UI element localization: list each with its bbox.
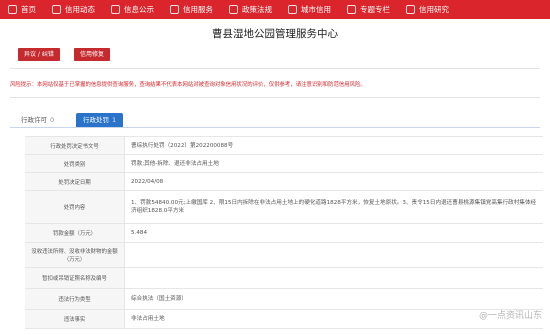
table-row: 行政处罚决定书文号 曹综执行处罚（2022）第202200088号 [25,137,543,155]
research-icon [406,5,415,14]
row-value: 2022/04/08 [131,178,164,185]
topic-icon [347,5,356,14]
tab-bar: 行政许可 0 行政处罚 1 [10,113,540,128]
row-label: 没收违法所得、没收非法财物的金额（万元） [25,243,125,267]
policy-icon [229,5,238,14]
divider [10,68,540,69]
nav-item-label: 首页 [21,5,36,14]
row-label: 处罚内容 [25,191,125,223]
objection-button[interactable]: 异议 / 纠错 [18,48,60,61]
home-icon [8,5,17,14]
nav-item-label: 专题专栏 [360,5,390,14]
table-row: 处罚类别 罚款;其他-拆除、退还非法占用土地 [25,155,543,173]
table-row: 违法事实 非法占用土地 [25,310,543,329]
table-row: 违法行为类型 综合执法（国土资源） [25,289,543,310]
service-icon [170,5,179,14]
nav-item[interactable]: 城市信用 [280,0,331,19]
row-label: 暂扣或吊销证照名称及编号 [25,268,125,288]
table-row: 处罚决定日期 2022/04/08 [25,173,543,191]
penalty-detail-table: 行政处罚决定书文号 曹综执行处罚（2022）第202200088号 处罚类别 罚款;… [25,136,543,329]
tab-label: 行政处罚 [83,116,109,124]
tab-admin-license[interactable]: 行政许可 0 [14,113,61,127]
tab-label: 行政许可 [21,116,47,124]
nav-item[interactable]: 专题专栏 [339,0,390,19]
table-row: 没收违法所得、没收非法财物的金额（万元） [25,243,543,268]
row-label: 处罚决定日期 [25,173,125,190]
nav-item-label: 信用动态 [65,5,95,14]
city-icon [288,5,297,14]
table-row: 暂扣或吊销证照名称及编号 [25,268,543,289]
row-value: 综合执法（国土资源） [131,296,187,302]
tab-count: 0 [50,116,55,124]
info-icon [111,5,120,14]
risk-notice: 风险提示：本网站仅基于已掌握的信息提供查询服务，查询结果不代表本网站对被查询对象… [10,82,366,88]
divider [10,97,540,98]
nav-item-label: 信息公示 [124,5,154,14]
row-value [125,268,543,288]
tab-admin-penalty[interactable]: 行政处罚 1 [76,113,124,127]
nav-item-label: 政策法规 [242,5,272,14]
nav-item-label: 信用研究 [419,5,449,14]
tab-count: 1 [112,116,117,124]
nav-item[interactable]: 信息公示 [103,0,154,19]
row-label: 罚款金额（万元） [25,224,125,242]
row-label: 违法行为类型 [25,289,125,309]
row-value [125,243,543,267]
row-value: 1、罚款54840.00元;上缴国库 2、限15日内拆除在非法占用土地上的硬化道… [131,200,537,214]
row-label: 违法事实 [25,310,125,328]
nav-item-label: 城市信用 [301,5,331,14]
row-value: 5.484 [131,230,148,236]
row-label: 处罚类别 [25,155,125,172]
nav-item[interactable]: 信用动态 [44,0,95,19]
news-icon [52,5,61,14]
row-label: 行政处罚决定书文号 [25,137,125,154]
top-nav: 首页 信用动态 信息公示 信用服务 政策法规 城市信用 专题专栏 信用研究 [0,0,550,19]
table-row: 处罚内容 1、罚款54840.00元;上缴国库 2、限15日内拆除在非法占用土地上… [25,191,543,224]
nav-item[interactable]: 信用服务 [162,0,213,19]
nav-item[interactable]: 政策法规 [221,0,272,19]
row-value: 罚款;其他-拆除、退还非法占用土地 [131,160,219,167]
nav-item[interactable]: 信用研究 [398,0,449,19]
watermark: @一点资讯山东 [478,311,542,321]
page-title: 曹县湿地公园管理服务中心 [212,28,338,40]
nav-item-label: 信用服务 [183,5,213,14]
row-value: 曹综执行处罚（2022）第202200088号 [131,142,234,149]
table-row: 罚款金额（万元） 5.484 [25,224,543,243]
nav-item[interactable]: 首页 [0,0,36,19]
credit-repair-button[interactable]: 信用修复 [74,48,111,61]
